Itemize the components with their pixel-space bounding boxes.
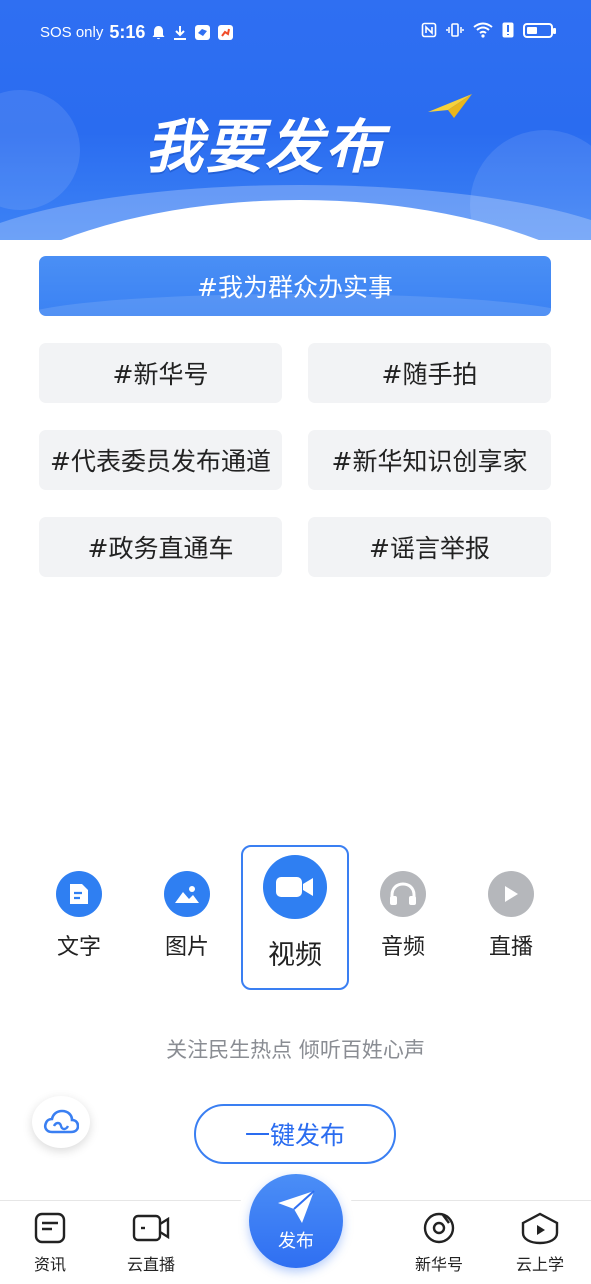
text-doc-icon <box>56 871 102 917</box>
news-icon <box>34 1212 66 1244</box>
sport-app-icon <box>217 24 234 41</box>
decor-bubble <box>0 90 80 210</box>
cloud-float-button[interactable] <box>32 1096 90 1148</box>
type-image-option[interactable]: 图片 <box>133 845 241 990</box>
download-icon <box>172 25 188 41</box>
topic-xinhuahao[interactable]: #新华号 <box>39 343 282 403</box>
nav-publish-label: 发布 <box>278 1231 314 1252</box>
vibrate-icon <box>446 22 464 38</box>
type-text-label: 文字 <box>56 935 101 960</box>
topic-main-label: #我为群众办实事 <box>197 273 393 302</box>
paper-plane-decor-icon <box>428 94 472 118</box>
one-click-publish-button[interactable]: 一键发布 <box>194 1104 396 1164</box>
type-text-option[interactable]: 文字 <box>25 845 133 990</box>
slogan-text: 关注民生热点 倾听百姓心声 <box>166 1038 425 1062</box>
cloud-icon <box>43 1109 79 1134</box>
topic-knowledge[interactable]: #新华知识创享家 <box>308 430 551 490</box>
paper-plane-icon <box>278 1190 315 1223</box>
image-icon <box>164 871 210 917</box>
type-audio-label: 音频 <box>380 935 425 960</box>
nav-cloud-learn-label: 云上学 <box>515 1255 564 1274</box>
topic-suishoupai[interactable]: #随手拍 <box>308 343 551 403</box>
nav-item-publish[interactable]: 发布 <box>249 1174 343 1268</box>
graduation-play-icon <box>521 1212 559 1245</box>
carrier-text: SOS only <box>40 24 104 41</box>
app-badge-icon <box>194 24 211 41</box>
type-live-option[interactable]: 直播 <box>457 845 565 990</box>
topic-rumor-report[interactable]: #谣言举报 <box>308 517 551 577</box>
type-video-label: 视频 <box>268 940 322 971</box>
battery-icon <box>523 22 556 38</box>
type-video-option[interactable]: 视频 <box>241 845 349 990</box>
topic-government[interactable]: #政务直通车 <box>39 517 282 577</box>
wifi-icon <box>473 22 493 38</box>
nav-item-cloud-live[interactable]: 云直播 <box>106 1211 196 1275</box>
nfc-icon <box>421 22 437 38</box>
header-banner: SOS only 5:16 我要发布 <box>0 0 591 240</box>
live-camera-icon <box>132 1214 170 1242</box>
nav-news-label: 资讯 <box>33 1255 66 1274</box>
nav-item-news[interactable]: 资讯 <box>5 1211 95 1275</box>
bell-icon <box>151 25 166 41</box>
type-image-label: 图片 <box>164 935 209 960</box>
alert-icon <box>502 22 514 38</box>
play-icon <box>488 871 534 917</box>
type-audio-option[interactable]: 音频 <box>349 845 457 990</box>
headphones-icon <box>380 871 426 917</box>
publish-type-selector: 文字 图片 视频 音频 直播 <box>0 845 591 995</box>
nav-item-cloud-learn[interactable]: 云上学 <box>495 1211 585 1275</box>
topic-main-button[interactable]: #我为群众办实事 <box>39 256 551 316</box>
nav-cloud-live-label: 云直播 <box>126 1255 175 1274</box>
clock: 5:16 <box>109 22 146 42</box>
type-live-label: 直播 <box>488 935 533 960</box>
page-title: 我要发布 <box>145 113 386 181</box>
topic-representatives[interactable]: #代表委员发布通道 <box>39 430 282 490</box>
nav-xinhuahao-label: 新华号 <box>414 1255 463 1274</box>
video-camera-icon <box>263 855 327 919</box>
nav-item-xinhuahao[interactable]: 新华号 <box>394 1211 484 1275</box>
disc-icon <box>423 1212 455 1244</box>
status-bar: SOS only 5:16 <box>0 18 591 48</box>
